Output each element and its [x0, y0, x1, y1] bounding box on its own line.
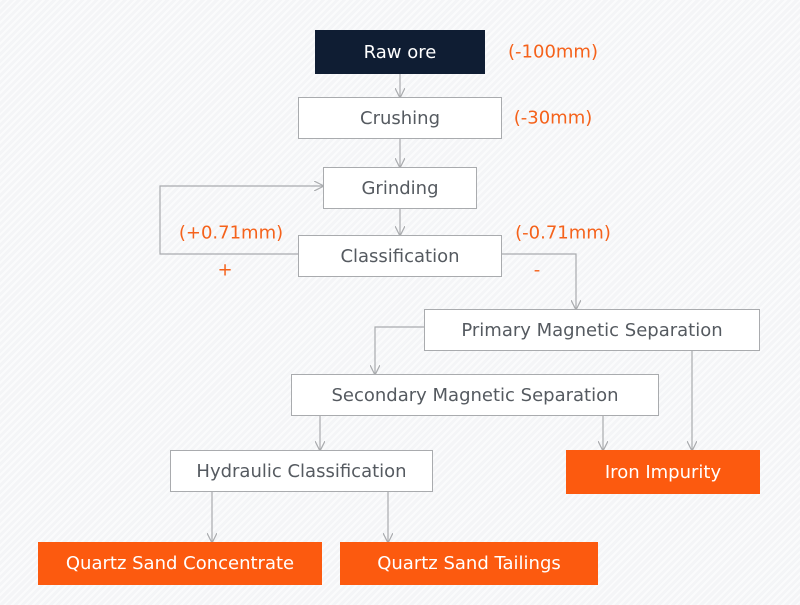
node-iron-impurity: Iron Impurity [566, 450, 760, 494]
connector-lines [159, 74, 800, 605]
node-hydraulic-classification: Hydraulic Classification [170, 450, 433, 492]
arrow-primary-to-secondary [375, 326, 424, 374]
label-minus: - [533, 259, 541, 281]
node-crushing: Crushing [298, 97, 502, 139]
label-raw-size: (-100mm) [508, 41, 598, 63]
node-quartz-sand-tailings: Quartz Sand Tailings [340, 542, 598, 585]
node-primary-magnetic-separation: Primary Magnetic Separation [424, 309, 760, 351]
label-plus: + [217, 259, 233, 281]
node-classification: Classification [298, 235, 502, 277]
label-crush-size: (-30mm) [513, 107, 593, 129]
node-secondary-magnetic-separation: Secondary Magnetic Separation [291, 374, 659, 416]
node-grinding: Grinding [323, 167, 477, 209]
node-quartz-sand-concentrate: Quartz Sand Concentrate [38, 542, 322, 585]
label-oversize: (+0.71mm) [178, 222, 284, 244]
node-raw-ore: Raw ore [315, 30, 485, 74]
label-undersize: (-0.71mm) [515, 222, 611, 244]
